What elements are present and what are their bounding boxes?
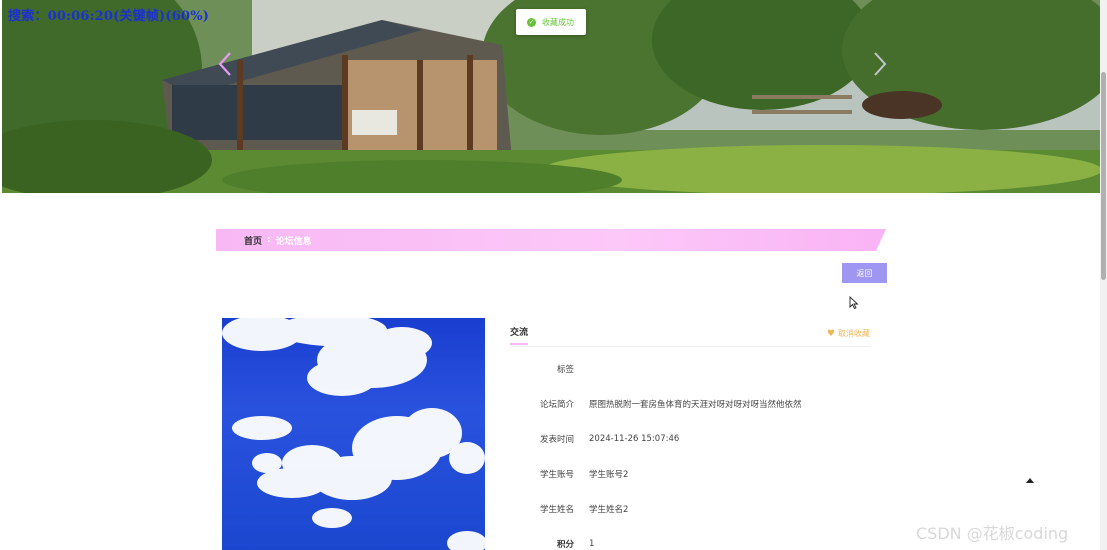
heart-icon: ♥: [826, 328, 835, 339]
mouse-cursor-icon: [849, 296, 859, 309]
carousel-next-button[interactable]: [870, 50, 890, 78]
breadcrumb: 首页 : 论坛信息: [216, 229, 886, 251]
field-row-intro: 论坛简介 原图热脱附一套房鱼体育的天涯对呀对呀对呀当然他依然: [510, 397, 870, 411]
title-underline: [510, 343, 528, 345]
recording-status-text: 搜索：00:06:20(关键帧)(60%): [8, 9, 210, 24]
field-label: 学生账号: [539, 470, 574, 480]
breadcrumb-current: 论坛信息: [275, 236, 312, 247]
chevron-right-icon: [874, 52, 887, 76]
chevron-left-icon: [218, 52, 231, 76]
field-row-student-account: 学生账号 学生账号2: [510, 467, 870, 481]
field-value: 学生姓名2: [589, 505, 629, 515]
toast-message: 收藏成功: [542, 17, 574, 27]
breadcrumb-separator: :: [267, 235, 271, 245]
field-row-student-name: 学生姓名 学生姓名2: [510, 502, 870, 516]
field-value: 原图热脱附一套房鱼体育的天涯对呀对呀对呀当然他依然: [589, 400, 802, 410]
field-value: 学生账号2: [589, 470, 629, 480]
clouds-image: [222, 318, 485, 550]
field-label: 学生姓名: [539, 505, 574, 515]
field-value: 1: [589, 539, 595, 549]
field-label: 论坛简介: [539, 400, 574, 410]
page: 搜索：00:06:20(关键帧)(60%) ✓ 收藏成功 首页 : 论坛信息 返…: [0, 0, 1107, 550]
field-label: 标签: [556, 365, 574, 375]
success-toast: ✓ 收藏成功: [516, 9, 586, 35]
arrow-up-icon[interactable]: [1026, 478, 1034, 483]
breadcrumb-home-link[interactable]: 首页: [244, 234, 262, 247]
field-row-tags: 标签: [510, 362, 870, 376]
field-value: 2024-11-26 15:07:46: [589, 434, 680, 444]
post-detail-panel: 交流 ♥ 取消收藏 标签 论坛简介 原图热脱附一套房鱼体育的天涯对呀对呀对呀当然…: [510, 318, 870, 550]
detail-header: 交流 ♥ 取消收藏: [510, 318, 870, 347]
unfavorite-button[interactable]: ♥ 取消收藏: [827, 328, 870, 339]
post-title: 交流: [510, 328, 529, 338]
check-circle-icon: ✓: [527, 17, 536, 27]
field-label: 积分: [556, 540, 574, 550]
scrollbar-thumb[interactable]: [1101, 72, 1106, 280]
carousel-prev-button[interactable]: [215, 50, 235, 78]
field-row-publish-time: 发表时间 2024-11-26 15:07:46: [510, 432, 870, 446]
field-label: 发表时间: [539, 435, 574, 445]
unfavorite-label: 取消收藏: [838, 329, 870, 338]
back-button[interactable]: 返回: [842, 263, 887, 283]
post-cover-image: [222, 318, 485, 550]
watermark: CSDN @花椒coding: [916, 524, 1069, 543]
field-row-points: 积分 1: [510, 537, 870, 550]
